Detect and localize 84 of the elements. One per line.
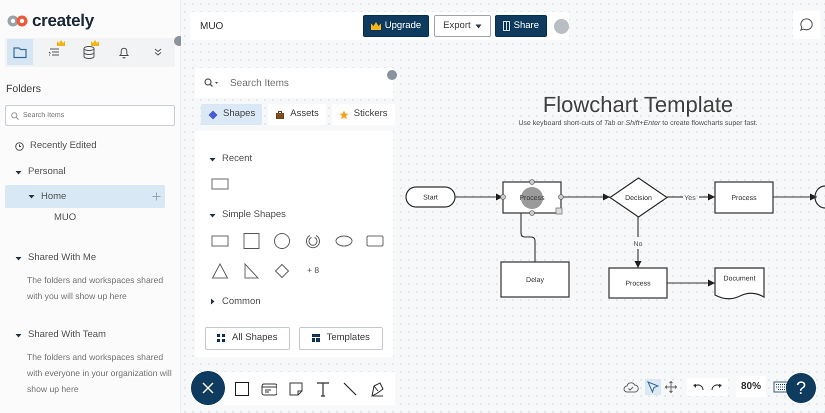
pointer-icon (647, 380, 659, 392)
pen-icon (369, 380, 385, 396)
tool-button[interactable] (234, 380, 250, 396)
star-icon (338, 110, 349, 120)
more-count[interactable]: + 8 (307, 264, 335, 277)
clock-icon (15, 142, 24, 151)
panel-tab[interactable]: Assets (268, 104, 326, 125)
plus-icon (152, 192, 161, 202)
connector-arrow (773, 194, 817, 200)
rounded-shape-icon (366, 232, 384, 248)
search-icon (11, 112, 19, 120)
empty-note: The folders and workspaces shared with everyone in your organization will show up here (26, 351, 173, 396)
section-heading[interactable]: Simple Shapes (222, 208, 286, 222)
connector-arrow (699, 194, 715, 200)
empty-note: The folders and workspaces shared with you will show up here (26, 274, 164, 304)
speech-bubble-icon (799, 17, 814, 33)
connector-arrow (667, 280, 715, 286)
circle-shape-icon (273, 232, 291, 248)
templates-button[interactable]: Templates (298, 326, 383, 350)
card-icon (261, 380, 277, 396)
connector-line (637, 217, 639, 237)
tool-button[interactable] (288, 380, 304, 396)
connector-arrow (634, 249, 642, 268)
all-shapes-button[interactable]: All Shapes (205, 326, 290, 350)
ellipse-shape-icon (335, 232, 353, 248)
right-triangle-shape-icon (242, 262, 260, 278)
tree-item[interactable]: Personal (28, 165, 66, 180)
drag-handle[interactable] (387, 70, 397, 80)
connector-arrow (561, 194, 610, 200)
upgrade-button[interactable]: Upgrade (362, 15, 430, 37)
search-field[interactable]: Search Items (195, 68, 393, 98)
door-icon (502, 21, 510, 31)
section-heading[interactable]: Recent (222, 152, 252, 166)
tool-button[interactable] (342, 380, 358, 396)
template-icon (312, 334, 320, 342)
panel-tab[interactable]: Shapes (201, 104, 262, 125)
export-button[interactable]: Export (434, 15, 491, 37)
ring-shape-icon (304, 232, 322, 248)
panel-tab[interactable]: Stickers (332, 104, 395, 125)
tool-button[interactable] (315, 380, 331, 396)
briefcase-icon (275, 110, 286, 120)
connector-arrow (455, 194, 503, 200)
logo-text: creately (32, 10, 94, 32)
comment-button[interactable] (793, 11, 820, 39)
rectangle-shape-icon (211, 176, 229, 192)
document-title[interactable]: MUO (200, 18, 359, 34)
redo-icon (711, 382, 723, 392)
tree-item[interactable]: MUO (54, 211, 76, 226)
pan-tool[interactable] (663, 378, 679, 394)
diamond-shape-icon (273, 262, 291, 278)
cloud-icon (623, 380, 639, 392)
rectangle-shape-icon (211, 232, 229, 248)
sticky-note-icon (288, 380, 304, 396)
diamond-icon (208, 110, 218, 120)
canvas-title: Flowchart Template (542, 93, 734, 118)
pointer-tool[interactable] (645, 378, 661, 394)
section-heading: Folders (6, 82, 42, 96)
tree-item[interactable]: Recently Edited (30, 139, 97, 154)
help-button[interactable]: ? (786, 373, 816, 403)
crown-icon (370, 22, 381, 30)
text-icon (315, 380, 331, 396)
connector-line (667, 196, 683, 198)
logo-icon (7, 14, 29, 28)
connector-line (520, 213, 536, 262)
square-shape-icon (242, 232, 260, 248)
section-heading[interactable]: Common (222, 294, 261, 309)
line-icon (342, 380, 358, 396)
tool-button[interactable] (261, 380, 277, 396)
sidebar-tab[interactable] (7, 39, 33, 65)
grid-icon (217, 334, 226, 342)
tool-button[interactable] (369, 380, 385, 396)
rectangle-icon (234, 380, 250, 396)
search-icon (204, 78, 218, 88)
move-icon (665, 380, 677, 392)
tree-item[interactable]: Shared With Team (28, 328, 106, 342)
tree-item[interactable]: Shared With Me (28, 251, 96, 266)
triangle-shape-icon (211, 262, 229, 278)
zoom-level[interactable]: 80% (736, 376, 766, 397)
caret-icon (474, 24, 482, 28)
undo-icon (692, 382, 704, 392)
close-icon (202, 382, 214, 394)
tree-item[interactable]: Home (41, 190, 66, 204)
flowchart-node (814, 185, 825, 209)
share-button[interactable]: Share (494, 15, 547, 37)
